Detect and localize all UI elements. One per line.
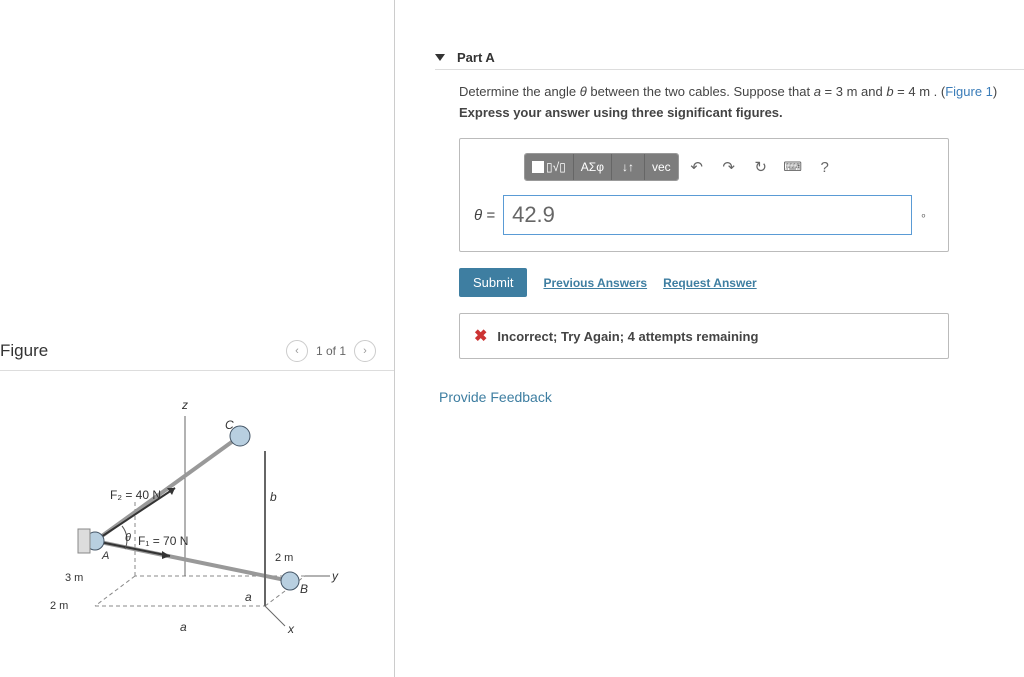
- answer-input[interactable]: [503, 195, 912, 235]
- incorrect-icon: ✖: [474, 326, 487, 346]
- figure-pager: ‹ 1 of 1 ›: [286, 340, 376, 362]
- help-button[interactable]: ?: [811, 154, 839, 180]
- svg-text:b: b: [270, 490, 277, 504]
- svg-text:2 m: 2 m: [50, 600, 68, 612]
- theta-label: θ =: [474, 207, 495, 224]
- reset-button[interactable]: ↻: [747, 154, 775, 180]
- figure-pager-text: 1 of 1: [316, 344, 346, 358]
- svg-text:A: A: [101, 550, 109, 562]
- svg-text:2 m: 2 m: [275, 552, 293, 564]
- figure-title: Figure: [0, 341, 48, 361]
- problem-prompt: Determine the angle θ between the two ca…: [459, 84, 1024, 99]
- figure-next-button[interactable]: ›: [354, 340, 376, 362]
- figure-prev-button[interactable]: ‹: [286, 340, 308, 362]
- svg-text:C: C: [225, 418, 234, 432]
- subscript-button[interactable]: ↓↑: [612, 154, 645, 180]
- greek-button[interactable]: ΑΣφ: [574, 154, 612, 180]
- figure-link[interactable]: Figure 1: [945, 84, 993, 99]
- feedback-box: ✖ Incorrect; Try Again; 4 attempts remai…: [459, 313, 949, 359]
- svg-text:y: y: [331, 569, 339, 583]
- svg-text:F₁ = 70 N: F₁ = 70 N: [138, 534, 188, 548]
- part-header[interactable]: Part A: [435, 50, 1024, 70]
- svg-text:x: x: [287, 622, 295, 636]
- provide-feedback-link[interactable]: Provide Feedback: [439, 389, 1024, 405]
- redo-button[interactable]: ↷: [715, 154, 743, 180]
- previous-answers-link[interactable]: Previous Answers: [543, 276, 647, 290]
- keyboard-button[interactable]: ⌨: [779, 154, 807, 180]
- unit-label: ∘: [920, 209, 934, 222]
- svg-text:a: a: [180, 620, 187, 634]
- vec-button[interactable]: vec: [645, 154, 678, 180]
- svg-text:θ: θ: [125, 532, 131, 544]
- feedback-text: Incorrect; Try Again; 4 attempts remaini…: [497, 329, 758, 344]
- svg-text:z: z: [181, 398, 188, 412]
- svg-text:3 m: 3 m: [65, 572, 83, 584]
- caret-down-icon: [435, 54, 445, 61]
- undo-button[interactable]: ↶: [683, 154, 711, 180]
- svg-text:F₂ = 40 N: F₂ = 40 N: [110, 488, 161, 502]
- submit-button[interactable]: Submit: [459, 268, 527, 297]
- instruction: Express your answer using three signific…: [459, 105, 1024, 120]
- answer-box: ▯√▯ ΑΣφ ↓↑ vec ↶ ↷ ↻ ⌨ ? θ = ∘: [459, 138, 949, 252]
- svg-text:B: B: [300, 582, 308, 596]
- figure-panel: Figure ‹ 1 of 1 ›: [0, 0, 395, 677]
- equation-toolbar: ▯√▯ ΑΣφ ↓↑ vec ↶ ↷ ↻ ⌨ ?: [474, 153, 934, 181]
- request-answer-link[interactable]: Request Answer: [663, 276, 757, 290]
- svg-text:a: a: [245, 590, 252, 604]
- part-title: Part A: [457, 50, 495, 65]
- figure-image: z x y C A B b a a F₂ = 40 N F₁ = 70 N θ …: [0, 371, 394, 654]
- templates-button[interactable]: ▯√▯: [525, 154, 574, 180]
